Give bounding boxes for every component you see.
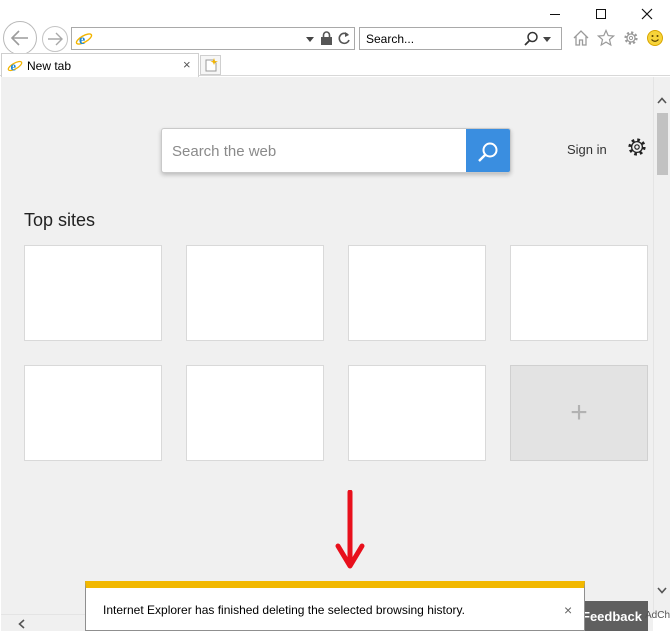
adchoices-link[interactable]: AdCh [645, 610, 670, 621]
top-site-tile[interactable] [186, 245, 324, 341]
notification-close-button[interactable]: × [564, 602, 572, 618]
maximize-icon [596, 9, 606, 19]
notification-message: Internet Explorer has finished deleting … [103, 603, 465, 617]
feedback-smiley-button[interactable] [645, 28, 665, 48]
add-top-site-tile[interactable]: + [510, 365, 648, 461]
search-box[interactable] [359, 27, 562, 50]
chevron-down-icon [657, 586, 667, 594]
ie-logo-icon: e [7, 59, 23, 73]
chevron-down-icon[interactable] [543, 37, 551, 42]
plus-icon: + [570, 396, 588, 429]
scroll-up-button[interactable] [654, 93, 670, 107]
home-icon [573, 30, 589, 46]
close-icon [641, 8, 653, 20]
chevron-down-icon [306, 36, 314, 42]
top-site-tile[interactable] [24, 365, 162, 461]
star-icon [597, 29, 615, 47]
tab-new-tab[interactable]: e New tab × [1, 53, 199, 77]
web-search-button[interactable] [466, 129, 510, 172]
address-input[interactable] [96, 30, 296, 47]
sign-in-link[interactable]: Sign in [567, 142, 607, 157]
tab-title: New tab [27, 59, 72, 73]
new-tab-button[interactable] [200, 55, 221, 75]
scroll-left-button[interactable] [14, 617, 28, 631]
vertical-scroll-thumb[interactable] [657, 113, 668, 175]
top-site-tile[interactable] [24, 245, 162, 341]
forward-arrow-icon [48, 32, 63, 46]
ie-logo-icon: e [75, 33, 93, 48]
favorites-button[interactable] [596, 28, 616, 48]
top-site-tile[interactable] [348, 365, 486, 461]
scroll-down-button[interactable] [654, 583, 670, 597]
chevron-left-icon [17, 619, 25, 629]
home-button[interactable] [571, 28, 591, 48]
top-site-tile[interactable] [348, 245, 486, 341]
lock-icon[interactable] [320, 31, 333, 46]
svg-text:e: e [11, 59, 17, 73]
chevron-up-icon [657, 96, 667, 104]
search-input[interactable] [366, 30, 516, 47]
web-search-box[interactable] [161, 128, 511, 173]
tab-close-button[interactable]: × [183, 57, 191, 72]
top-site-tile[interactable] [186, 365, 324, 461]
maximize-button[interactable] [578, 0, 624, 28]
address-dropdown-button[interactable] [304, 32, 316, 46]
smiley-icon [647, 30, 663, 46]
feedback-button[interactable]: Feedback [578, 601, 648, 631]
new-tab-page: Sign in Top sites + [1, 77, 653, 631]
settings-gear-icon[interactable] [626, 136, 648, 158]
notification-bar: Internet Explorer has finished deleting … [85, 581, 585, 631]
address-bar[interactable]: e [71, 27, 355, 50]
top-site-tile[interactable] [510, 245, 648, 341]
top-sites-heading: Top sites [24, 210, 96, 230]
search-icon[interactable] [524, 31, 539, 46]
search-icon [478, 142, 498, 162]
minimize-icon [550, 13, 560, 15]
tab-strip: e New tab × [0, 53, 670, 77]
tools-button[interactable] [621, 28, 641, 48]
gear-icon [624, 31, 638, 45]
svg-text:e: e [79, 33, 85, 48]
close-button[interactable] [624, 0, 670, 28]
vertical-scrollbar[interactable] [653, 77, 670, 614]
new-tab-icon [205, 58, 218, 72]
annotation-arrow-icon [335, 490, 365, 569]
back-arrow-icon [10, 30, 28, 46]
refresh-icon[interactable] [337, 31, 351, 46]
minimize-button[interactable] [532, 0, 578, 28]
forward-button[interactable] [42, 26, 68, 52]
web-search-input[interactable] [172, 141, 462, 161]
back-button[interactable] [3, 21, 37, 55]
